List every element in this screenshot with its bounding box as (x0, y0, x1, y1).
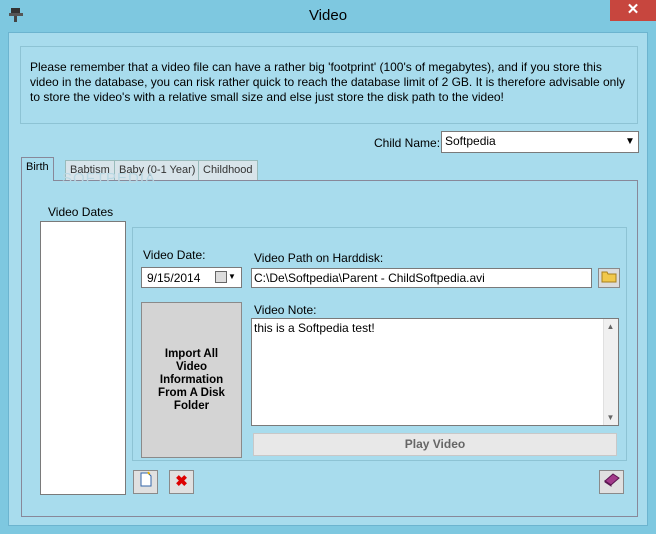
tab-birth[interactable]: Birth (21, 157, 54, 181)
delete-icon: ✖ (175, 473, 188, 490)
new-document-icon (140, 471, 151, 487)
video-note-label: Video Note: (254, 303, 317, 317)
calendar-icon[interactable] (215, 271, 227, 283)
video-dates-list[interactable] (40, 221, 126, 495)
video-path-value: C:\De\Softpedia\Parent - ChildSoftpedia.… (254, 271, 485, 285)
close-button[interactable]: ✕ (610, 0, 656, 21)
video-note-value: this is a Softpedia test! (254, 321, 375, 335)
play-video-button[interactable]: Play Video (253, 433, 617, 456)
book-icon (603, 473, 620, 487)
chevron-down-icon[interactable]: ▼ (623, 134, 637, 150)
scroll-down-icon[interactable]: ▼ (603, 410, 618, 425)
browse-folder-button[interactable] (598, 268, 620, 288)
video-dates-label: Video Dates (48, 205, 114, 219)
new-record-button[interactable] (133, 470, 158, 494)
book-button[interactable] (599, 470, 624, 494)
import-folder-label: Import All Video Information From A Disk… (158, 347, 225, 412)
tab-childhood[interactable]: Childhood (198, 160, 258, 180)
video-date-label: Video Date: (143, 248, 206, 262)
window-title: Video (308, 7, 348, 24)
child-name-label: Child Name: (374, 136, 441, 150)
video-path-label: Video Path on Harddisk: (254, 251, 384, 265)
watermark: SOFTPEDIA (62, 170, 157, 187)
notice-text: Please remember that a video file can ha… (30, 60, 625, 104)
import-folder-button[interactable]: Import All Video Information From A Disk… (141, 302, 242, 458)
delete-record-button[interactable]: ✖ (169, 470, 194, 494)
child-name-value: Softpedia (445, 134, 496, 148)
video-date-value: 9/15/2014 (147, 271, 201, 285)
chevron-down-icon[interactable]: ▼ (228, 270, 236, 284)
folder-icon (601, 271, 617, 283)
scroll-up-icon[interactable]: ▲ (603, 319, 618, 334)
